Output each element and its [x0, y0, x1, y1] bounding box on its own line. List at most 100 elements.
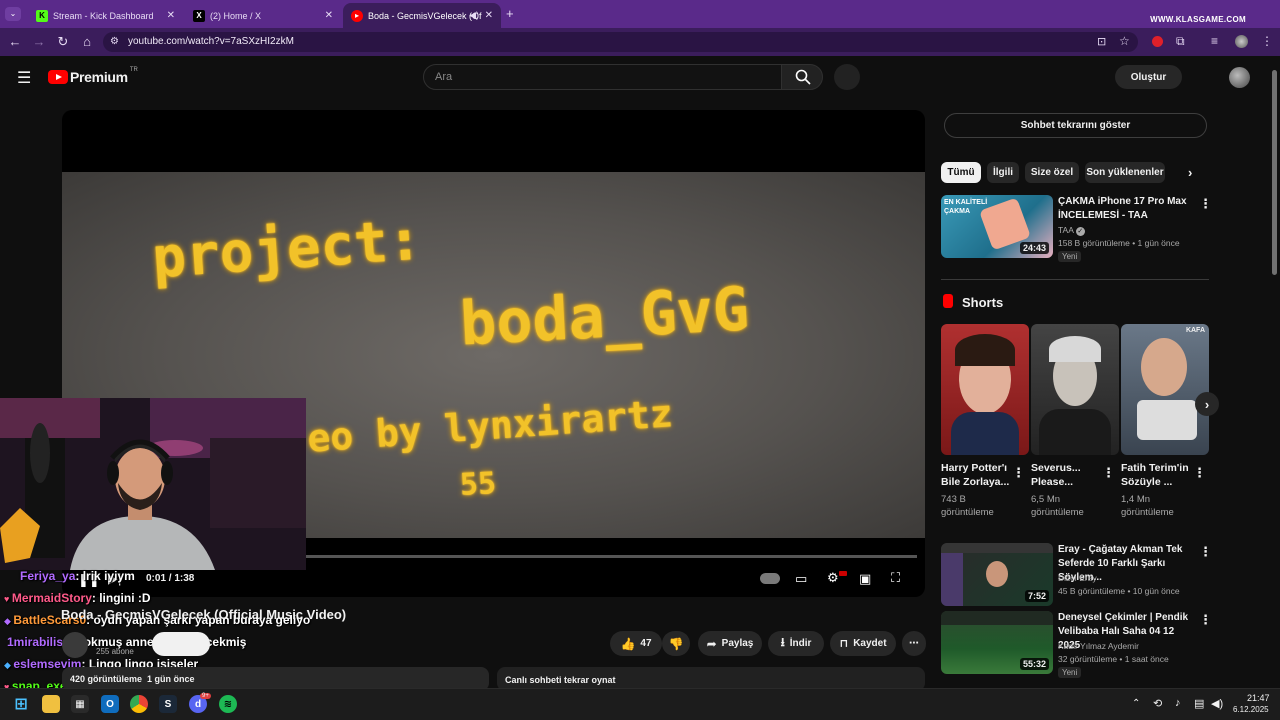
verified-icon: ✓ — [1075, 227, 1085, 236]
short-thumbnail[interactable]: KAFA — [1121, 324, 1209, 455]
url-text[interactable]: youtube.com/watch?v=7aSXzHI2zkM — [128, 36, 294, 47]
tab-list-chevron-icon[interactable]: ⌄ — [5, 7, 21, 21]
short-title[interactable]: Severus... Please... — [1031, 461, 1099, 489]
chip-all[interactable]: Tümü — [941, 162, 981, 183]
thumbs-down-icon: 👎 — [668, 636, 684, 651]
forward-icon[interactable]: → — [31, 34, 47, 49]
shorts-heading: Shorts — [962, 295, 1004, 310]
close-icon[interactable]: ✕ — [485, 10, 493, 21]
speaker-icon[interactable]: ◀) — [469, 10, 479, 21]
profile-avatar[interactable] — [1235, 35, 1248, 48]
video-thumbnail[interactable]: EN KALİTELİ ÇAKMA 24:43 — [941, 195, 1053, 258]
steam-icon[interactable]: S — [159, 695, 177, 713]
subtitles-icon[interactable]: ▭ — [795, 571, 807, 587]
fullscreen-icon[interactable]: ⛶ — [891, 570, 900, 586]
short-title[interactable]: Fatih Terim'in Sözüyle ... — [1121, 461, 1191, 489]
microphone-icon[interactable]: ♪ — [1175, 697, 1181, 709]
search-icon — [795, 69, 811, 85]
video-overlay-text: project: — [150, 207, 424, 292]
more-vert-icon[interactable]: ⋮ — [1012, 465, 1025, 481]
chip-recent[interactable]: Son yüklenenler — [1085, 162, 1165, 183]
channel-avatar[interactable] — [62, 632, 88, 658]
more-vert-icon[interactable]: ⋮ — [1199, 544, 1212, 560]
more-vert-icon[interactable]: ⋮ — [1193, 465, 1206, 481]
tab-youtube-boda[interactable]: ▸ Boda - GecmisVGelecek (Of ◀) ✕ — [343, 3, 501, 28]
close-icon[interactable]: ✕ — [325, 10, 333, 21]
chip-related[interactable]: İlgili — [987, 162, 1019, 183]
short-thumbnail[interactable] — [941, 324, 1029, 455]
search-button[interactable] — [781, 64, 823, 90]
subscriber-count: 255 abone — [96, 647, 134, 656]
chevron-right-icon[interactable]: › — [1188, 165, 1192, 180]
search-input[interactable]: Ara — [423, 64, 782, 90]
more-actions-button[interactable]: ⋯ — [902, 631, 926, 656]
chat-line: Feriya_ya: lrik iyiym — [20, 569, 135, 583]
miniplayer-icon[interactable]: ▣ — [859, 571, 871, 587]
settings-gear-icon[interactable]: ⚙ — [827, 570, 839, 586]
tray-chevron-icon[interactable]: ⌃ — [1132, 698, 1140, 709]
video-title: Boda - GecmisVGelecek (Official Music Vi… — [61, 607, 347, 622]
more-vert-icon[interactable]: ⋮ — [1199, 612, 1212, 628]
spotify-icon[interactable]: ≋ — [219, 695, 237, 713]
video-progress-bar[interactable] — [245, 555, 917, 558]
download-icon: ⭳ — [780, 635, 785, 649]
close-icon[interactable]: ✕ — [167, 10, 175, 21]
install-icon[interactable]: ⊡ — [1097, 35, 1106, 48]
short-title[interactable]: Harry Potter'ı Bile Zorlaya... — [941, 461, 1011, 489]
extension-red-icon[interactable] — [1152, 36, 1163, 47]
download-button[interactable]: ⭳ İndir — [768, 631, 824, 656]
chip-for-you[interactable]: Size özel — [1025, 162, 1079, 183]
chat-line: ♥ MermaidStory: lingini :D — [4, 591, 151, 605]
reload-icon[interactable]: ↻ — [55, 34, 71, 50]
short-tag: KAFA — [1185, 327, 1205, 334]
hamburger-menu-icon[interactable]: ☰ — [17, 68, 31, 88]
voice-search-button[interactable] — [834, 64, 860, 90]
youtube-premium-logo[interactable]: Premium TR — [48, 67, 138, 85]
tray-app-icon[interactable]: ⟲ — [1153, 697, 1162, 710]
share-button[interactable]: ➦ Paylaş — [698, 631, 762, 656]
clock-date[interactable]: 6.12.2025 — [1233, 705, 1269, 714]
browser-menu-icon[interactable]: ⋮ — [1261, 34, 1273, 48]
home-icon[interactable]: ⌂ — [79, 34, 95, 49]
store-icon[interactable]: ▦ — [71, 695, 89, 713]
media-control-icon[interactable]: ≡ — [1211, 34, 1218, 48]
show-chat-replay-button[interactable]: Sohbet tekrarını göster — [944, 113, 1207, 138]
save-button[interactable]: ⊓ Kaydet — [830, 631, 896, 656]
short-thumbnail[interactable] — [1031, 324, 1119, 455]
dislike-button[interactable]: 👎 — [662, 631, 690, 656]
kick-badge-icon: ◆ — [4, 660, 14, 670]
network-icon[interactable]: ▤ — [1194, 697, 1204, 710]
chrome-icon[interactable] — [130, 695, 148, 713]
discord-badge: 9+ — [200, 693, 211, 699]
new-tab-button[interactable]: + — [506, 6, 514, 21]
divider — [941, 279, 1209, 280]
account-avatar[interactable] — [1229, 67, 1250, 88]
autoplay-toggle[interactable] — [760, 573, 780, 584]
tab-x-home[interactable]: X (2) Home / X ✕ — [185, 3, 341, 28]
video-overlay-text: 55 — [459, 466, 498, 503]
create-button[interactable]: Oluştur — [1115, 65, 1182, 89]
subscribe-button[interactable] — [152, 632, 210, 656]
streamer-webcam-image — [0, 398, 306, 570]
site-info-icon[interactable]: ⚙ — [110, 36, 119, 47]
like-button[interactable]: 👍 47 — [610, 631, 662, 656]
bookmark-star-icon[interactable]: ☆ — [1119, 34, 1130, 48]
more-vert-icon[interactable]: ⋮ — [1199, 196, 1212, 212]
tab-kick-dashboard[interactable]: K Stream - Kick Dashboard ✕ — [28, 3, 183, 28]
video-thumbnail[interactable]: 55:32 — [941, 611, 1053, 674]
video-thumbnail[interactable]: 7:52 — [941, 543, 1053, 606]
page-scrollbar[interactable] — [1272, 70, 1277, 275]
windows-start-icon[interactable]: ⊞ — [12, 695, 30, 713]
clock-time[interactable]: 21:47 — [1247, 693, 1270, 703]
shorts-next-button[interactable]: › — [1195, 392, 1219, 416]
volume-icon[interactable]: ◀) — [1211, 697, 1223, 710]
extensions-icon[interactable]: ⧉ — [1176, 34, 1185, 49]
hd-badge — [839, 571, 847, 576]
outlook-icon[interactable]: O — [101, 695, 119, 713]
more-vert-icon[interactable]: ⋮ — [1102, 465, 1115, 481]
video-overlay-text: eo by lynxirartz — [305, 391, 675, 461]
file-explorer-icon[interactable] — [42, 695, 60, 713]
rec-channel: Dizcı Eray — [1058, 573, 1097, 583]
back-icon[interactable]: ← — [7, 34, 23, 49]
rec-video-title[interactable]: ÇAKMA iPhone 17 Pro Max İNCELEMESİ - TAA — [1058, 195, 1193, 223]
